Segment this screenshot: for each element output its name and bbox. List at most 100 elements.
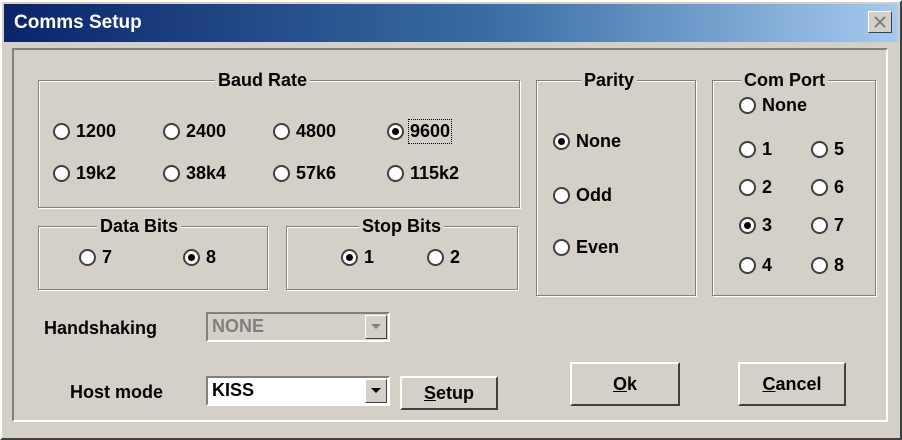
handshaking-label: Handshaking (44, 318, 158, 338)
data-bits-legend: Data Bits (97, 215, 182, 237)
baud-radio-19k2[interactable]: 19k2 (53, 161, 116, 185)
radio-circle (739, 140, 756, 158)
window-title: Comms Setup (14, 12, 142, 33)
stop-bits-radio-1[interactable]: 1 (341, 245, 374, 269)
radio-label: 3 (762, 214, 773, 235)
com-radio-1[interactable]: 1 (739, 137, 772, 161)
com-radio-8[interactable]: 8 (811, 253, 844, 277)
baud-rate-group: Baud Rate 1200 2400 4800 9600 19k2 38k4 … (38, 69, 520, 208)
parity-radio-none[interactable]: None (553, 129, 621, 153)
baud-radio-38k4[interactable]: 38k4 (163, 161, 226, 185)
ok-mnemonic: O (612, 373, 627, 394)
radio-label: 5 (834, 138, 845, 159)
baud-radio-1200[interactable]: 1200 (53, 119, 116, 143)
cancel-label-rest: ancel (775, 373, 822, 394)
host-mode-value: KISS (212, 380, 255, 400)
radio-label: 7 (102, 246, 113, 267)
radio-label: 1 (364, 246, 375, 267)
radio-label: 7 (834, 214, 845, 235)
ok-label-rest: k (627, 373, 638, 394)
radio-circle (79, 248, 96, 266)
host-mode-dropdown-button[interactable] (365, 379, 387, 403)
radio-circle (739, 96, 756, 114)
ok-button[interactable]: Ok (570, 362, 680, 406)
radio-circle (811, 216, 828, 234)
cancel-button[interactable]: Cancel (738, 362, 846, 406)
radio-circle (273, 122, 290, 140)
radio-label: 1 (762, 138, 773, 159)
radio-circle (163, 164, 180, 182)
radio-label: 2 (762, 176, 773, 197)
comms-setup-dialog: Comms Setup Baud Rate 1200 2400 4800 960… (0, 0, 902, 440)
radio-label: 38k4 (186, 162, 227, 183)
handshaking-select[interactable]: NONE (206, 312, 390, 342)
radio-circle (811, 256, 828, 274)
radio-circle-selected (183, 248, 200, 266)
com-port-group: Com Port None 1 5 2 6 3 7 4 8 (712, 69, 876, 296)
com-radio-2[interactable]: 2 (739, 175, 772, 199)
radio-label: Odd (576, 184, 612, 205)
chevron-down-icon (371, 324, 381, 329)
radio-circle (387, 164, 404, 182)
baud-radio-4800[interactable]: 4800 (273, 119, 336, 143)
baud-radio-9600[interactable]: 9600 (387, 118, 453, 144)
title-bar[interactable]: Comms Setup (4, 4, 898, 42)
com-radio-6[interactable]: 6 (811, 175, 844, 199)
radio-circle (553, 238, 570, 256)
com-radio-none[interactable]: None (739, 93, 807, 117)
radio-circle (811, 140, 828, 158)
radio-circle-selected (341, 248, 358, 266)
com-radio-3[interactable]: 3 (739, 213, 772, 237)
baud-radio-2400[interactable]: 2400 (163, 119, 226, 143)
host-mode-select[interactable]: KISS (206, 376, 390, 406)
radio-label: 19k2 (76, 162, 117, 183)
setup-label-rest: etup (436, 382, 474, 403)
radio-circle (739, 178, 756, 196)
radio-circle-selected (739, 216, 756, 234)
radio-label: 4800 (296, 120, 337, 141)
radio-label: 1200 (76, 120, 117, 141)
stop-bits-radio-2[interactable]: 2 (427, 245, 460, 269)
radio-label: None (762, 94, 807, 115)
host-mode-label: Host mode (70, 382, 164, 402)
radio-circle (739, 256, 756, 274)
radio-label: Even (576, 236, 620, 257)
setup-button[interactable]: Setup (400, 376, 498, 410)
parity-radio-even[interactable]: Even (553, 235, 619, 259)
radio-label: 9600 (407, 118, 453, 144)
radio-circle (53, 164, 70, 182)
radio-label: None (576, 130, 621, 151)
radio-label: 2400 (186, 120, 227, 141)
com-port-legend: Com Port (741, 69, 828, 91)
radio-label: 6 (834, 176, 845, 197)
radio-label: 57k6 (296, 162, 337, 183)
cancel-mnemonic: C (762, 373, 776, 394)
radio-circle (811, 178, 828, 196)
radio-label: 8 (834, 254, 845, 275)
com-radio-5[interactable]: 5 (811, 137, 844, 161)
close-button[interactable] (868, 11, 892, 33)
dialog-body: Baud Rate 1200 2400 4800 9600 19k2 38k4 … (12, 48, 888, 422)
close-icon (874, 16, 886, 28)
radio-label: 2 (450, 246, 461, 267)
data-bits-radio-8[interactable]: 8 (183, 245, 216, 269)
handshaking-value: NONE (212, 316, 265, 336)
radio-circle-selected (387, 122, 404, 140)
baud-radio-115k2[interactable]: 115k2 (387, 161, 459, 185)
baud-radio-57k6[interactable]: 57k6 (273, 161, 336, 185)
radio-label: 115k2 (410, 162, 460, 183)
baud-rate-legend: Baud Rate (215, 69, 311, 91)
chevron-down-icon (371, 388, 381, 393)
stop-bits-group: Stop Bits 1 2 (286, 215, 518, 290)
radio-circle (273, 164, 290, 182)
data-bits-group: Data Bits 7 8 (38, 215, 268, 290)
radio-circle (427, 248, 444, 266)
com-radio-4[interactable]: 4 (739, 253, 772, 277)
handshaking-dropdown-button[interactable] (365, 315, 387, 339)
parity-radio-odd[interactable]: Odd (553, 183, 612, 207)
radio-circle (53, 122, 70, 140)
radio-circle (553, 186, 570, 204)
com-radio-7[interactable]: 7 (811, 213, 844, 237)
setup-mnemonic: S (423, 382, 436, 403)
data-bits-radio-7[interactable]: 7 (79, 245, 112, 269)
